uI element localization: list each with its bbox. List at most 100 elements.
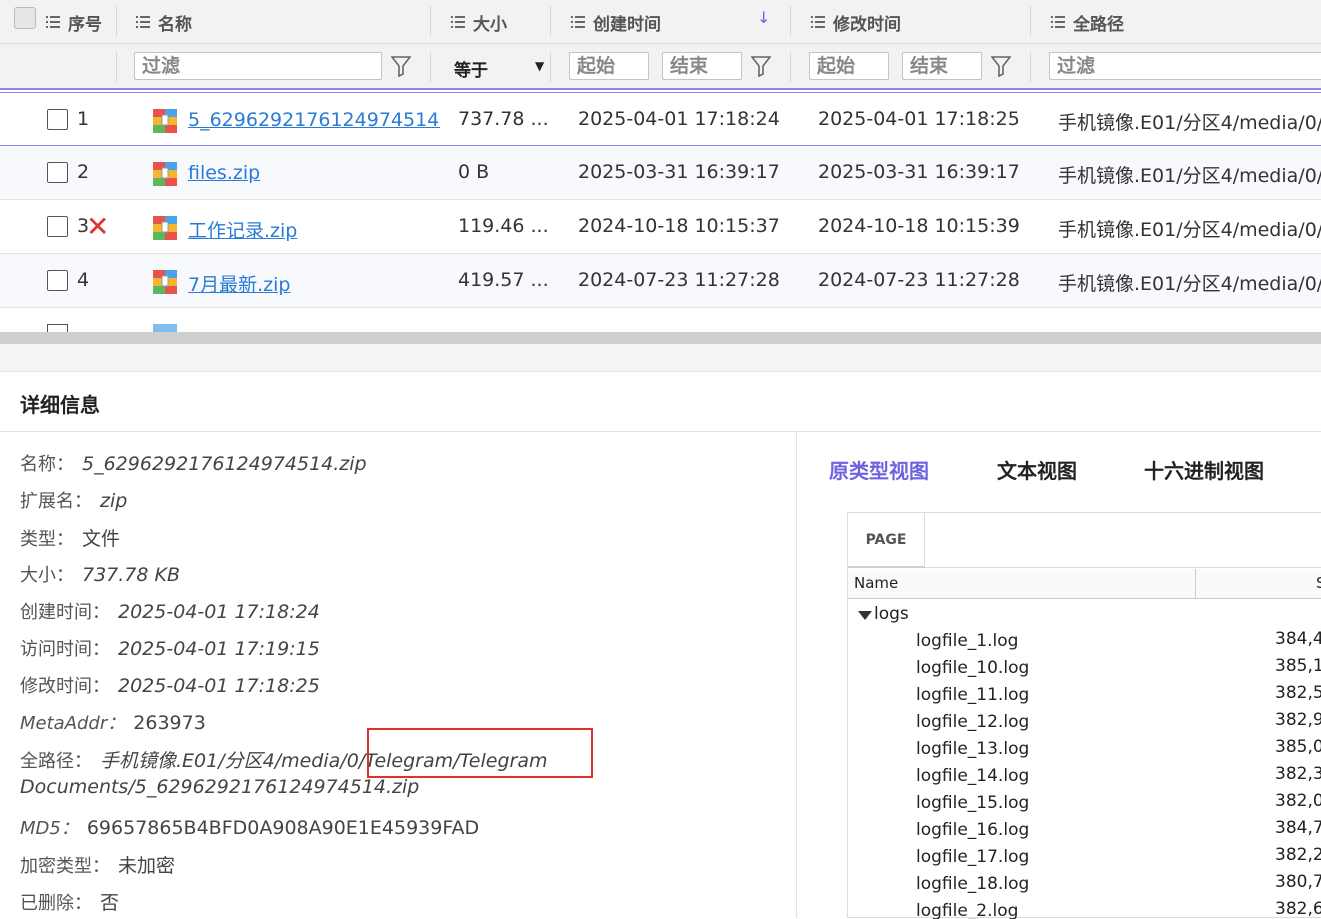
- tree-file[interactable]: logfile_14.log: [916, 766, 1029, 786]
- column-menu-icon[interactable]: [571, 16, 585, 28]
- path-filter-input[interactable]: 过滤: [1049, 52, 1321, 80]
- sort-descending-icon[interactable]: ↓: [757, 8, 770, 27]
- prop-value: zip: [100, 490, 128, 512]
- column-menu-icon[interactable]: [136, 16, 150, 28]
- prop-md5: MD5： 69657865B4BFD0A908A90E1E45939FAD: [20, 814, 479, 840]
- tab-hex-view[interactable]: 十六进制视图: [1144, 455, 1264, 484]
- tree-file[interactable]: logfile_12.log: [916, 712, 1029, 732]
- annotation-highlight-box: [367, 728, 593, 778]
- column-header-name[interactable]: Name: [854, 574, 898, 592]
- row-index: 2: [77, 161, 90, 183]
- column-header-label: 创建时间: [593, 14, 661, 35]
- tree-file[interactable]: logfile_2.log: [916, 901, 1018, 919]
- tree-file-size: 384,4: [1275, 629, 1321, 649]
- file-name-link[interactable]: 5_6296292176124974514.zip: [188, 109, 440, 131]
- column-header-path[interactable]: 全路径: [1051, 0, 1124, 44]
- chevron-down-icon[interactable]: ▼: [535, 59, 544, 73]
- tree-folder[interactable]: logs: [874, 604, 909, 624]
- table-header: 序号 名称 大小 创建时间 ↓ 修改时间 全路径: [0, 0, 1321, 44]
- created-end-input[interactable]: 结束: [662, 52, 742, 80]
- select-all-checkbox[interactable]: [14, 7, 36, 29]
- prop-key: 名称：: [20, 454, 74, 475]
- column-header-created[interactable]: 创建时间: [571, 0, 661, 44]
- tree-file[interactable]: logfile_18.log: [916, 874, 1029, 894]
- column-header-name[interactable]: 名称: [136, 0, 192, 44]
- prop-value: 2025-04-01 17:19:15: [118, 638, 320, 660]
- prop-key: 访问时间：: [20, 639, 110, 660]
- column-header-size[interactable]: S: [1316, 574, 1321, 592]
- column-divider[interactable]: [790, 6, 791, 36]
- created-start-input[interactable]: 起始: [569, 52, 649, 80]
- column-divider: [550, 52, 551, 82]
- prop-key: MetaAddr：: [20, 713, 126, 734]
- column-header-index[interactable]: 序号: [46, 0, 102, 44]
- zip-archive-icon: [153, 270, 177, 294]
- row-checkbox[interactable]: [47, 109, 68, 130]
- table-row[interactable]: 1 5_6296292176124974514.zip 737.78 ... 2…: [0, 92, 1321, 146]
- size-operator-select[interactable]: 等于: [454, 56, 488, 81]
- modified-start-input[interactable]: 起始: [809, 52, 889, 80]
- tree-file-size: 380,7: [1275, 872, 1321, 892]
- column-divider[interactable]: [430, 6, 431, 36]
- tree-file[interactable]: logfile_16.log: [916, 820, 1029, 840]
- row-checkbox[interactable]: [47, 270, 68, 291]
- prop-key: 全路径：: [20, 751, 92, 772]
- tree-file[interactable]: logfile_13.log: [916, 739, 1029, 759]
- prop-value: 2025-04-01 17:18:25: [118, 675, 320, 697]
- tree-file-size: 382,2: [1275, 845, 1321, 865]
- filter-funnel-icon[interactable]: [991, 55, 1011, 77]
- prop-key: 修改时间：: [20, 676, 110, 697]
- column-divider[interactable]: [1030, 6, 1031, 36]
- archive-tree: logs logfile_1.log 384,4 logfile_10.log …: [848, 601, 1321, 919]
- column-menu-icon[interactable]: [1051, 16, 1065, 28]
- prop-key: 大小：: [20, 565, 74, 586]
- tree-file[interactable]: logfile_15.log: [916, 793, 1029, 813]
- tree-file[interactable]: logfile_11.log: [916, 685, 1029, 705]
- modified-end-input[interactable]: 结束: [902, 52, 982, 80]
- column-menu-icon[interactable]: [811, 16, 825, 28]
- tree-file[interactable]: logfile_10.log: [916, 658, 1029, 678]
- filter-funnel-icon[interactable]: [391, 55, 411, 77]
- tab-page[interactable]: PAGE: [848, 513, 925, 568]
- name-filter-input[interactable]: 过滤: [134, 52, 382, 80]
- prop-deleted: 已删除： 否: [20, 888, 119, 915]
- tree-file[interactable]: logfile_17.log: [916, 847, 1029, 867]
- file-name-link[interactable]: 7月最新.zip: [188, 270, 440, 297]
- prop-modified: 修改时间： 2025-04-01 17:18:25: [20, 672, 320, 698]
- row-checkbox[interactable]: [47, 324, 68, 332]
- column-divider[interactable]: [116, 6, 117, 36]
- column-header-label: 大小: [473, 14, 507, 35]
- column-menu-icon[interactable]: [451, 16, 465, 28]
- tab-text-view[interactable]: 文本视图: [997, 455, 1077, 484]
- column-divider[interactable]: [550, 6, 551, 36]
- panel-splitter[interactable]: [0, 332, 1321, 344]
- tab-native-view[interactable]: 原类型视图: [829, 455, 929, 484]
- full-path: 手机镜像.E01/分区4/media/0/Telegram: [1058, 273, 1321, 295]
- expand-triangle-icon[interactable]: [858, 611, 872, 620]
- vertical-divider[interactable]: [796, 432, 797, 918]
- prop-key: MD5：: [20, 818, 79, 839]
- file-name-link[interactable]: 工作记录.zip: [188, 216, 440, 243]
- prop-key: 类型：: [20, 529, 74, 550]
- column-header-size[interactable]: 大小: [451, 0, 507, 44]
- table-row[interactable]: 4 7月最新.zip 419.57 ... 2024-07-23 11:27:2…: [0, 254, 1321, 308]
- column-divider[interactable]: [1195, 569, 1196, 599]
- table-row[interactable]: 3 ✕ 工作记录.zip 119.46 ... 2024-10-18 10:15…: [0, 200, 1321, 254]
- row-checkbox[interactable]: [47, 216, 68, 237]
- file-name-link[interactable]: files.zip: [188, 162, 440, 184]
- column-header-label: 修改时间: [833, 14, 901, 35]
- created-time: 2025-03-31 16:39:17: [578, 161, 780, 183]
- prop-size: 大小： 737.78 KB: [20, 561, 180, 587]
- tree-header: Name S: [848, 569, 1321, 599]
- prop-created: 创建时间： 2025-04-01 17:18:24: [20, 598, 320, 624]
- column-menu-icon[interactable]: [46, 16, 60, 28]
- row-checkbox[interactable]: [47, 162, 68, 183]
- table-row[interactable]: 2 files.zip 0 B 2025-03-31 16:39:17 2025…: [0, 146, 1321, 200]
- prop-key: 已删除：: [20, 893, 92, 914]
- zip-archive-icon: [153, 162, 177, 186]
- file-size: 119.46 ...: [458, 215, 549, 237]
- filter-funnel-icon[interactable]: [751, 55, 771, 77]
- row-index: 1: [77, 108, 90, 130]
- tree-file[interactable]: logfile_1.log: [916, 631, 1018, 651]
- column-header-modified[interactable]: 修改时间: [811, 0, 901, 44]
